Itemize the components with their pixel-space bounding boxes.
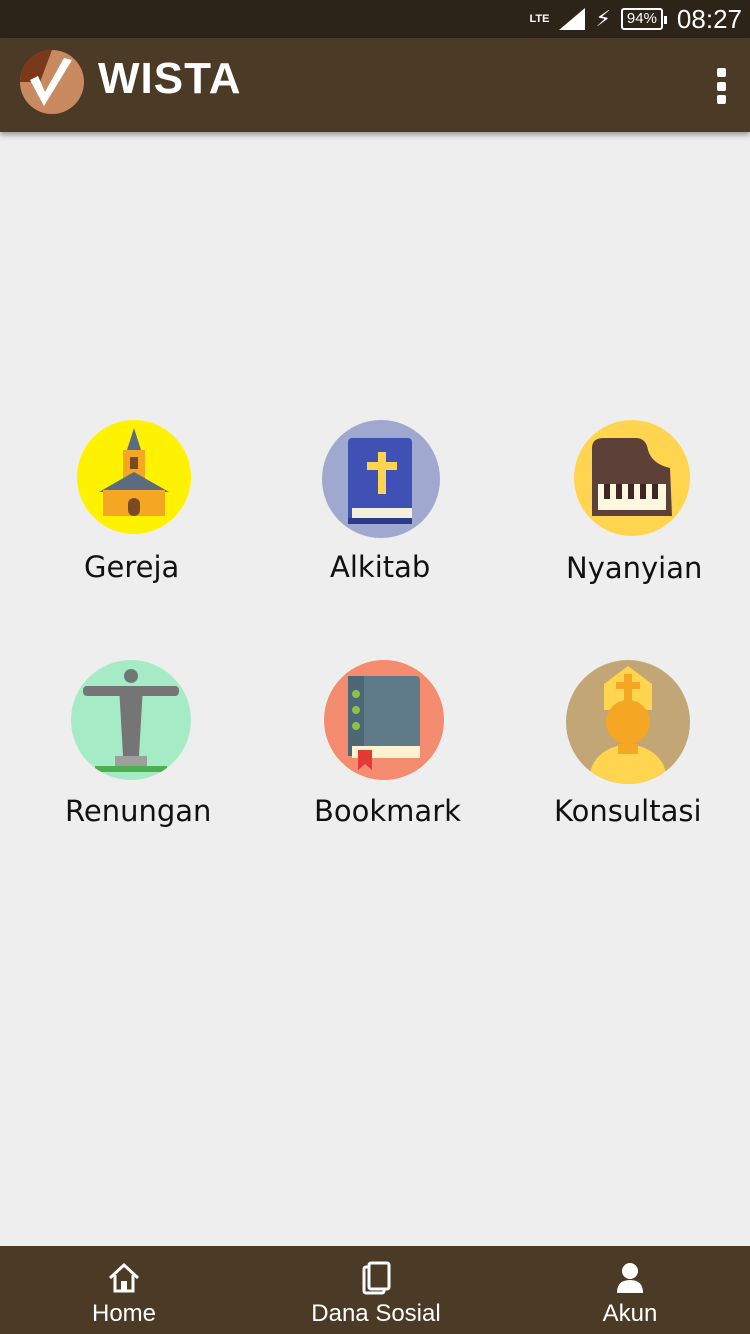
- book-bookmark-icon: [324, 660, 444, 780]
- christ-statue-icon: [71, 660, 191, 780]
- menu-item-nyanyian[interactable]: Nyanyian: [560, 420, 710, 590]
- nav-item-dana-sosial[interactable]: Dana Sosial: [300, 1246, 452, 1334]
- charging-icon: ⚡: [595, 6, 611, 31]
- piano-icon: [574, 420, 690, 536]
- clock: 08:27: [676, 3, 742, 34]
- battery-indicator: 94%: [620, 8, 667, 30]
- menu-item-label: Nyanyian: [566, 551, 703, 585]
- nav-label: Akun: [602, 1300, 658, 1327]
- app-title: WISTA: [98, 54, 242, 103]
- overflow-menu-icon[interactable]: [714, 68, 728, 104]
- bible-icon: [322, 420, 440, 538]
- person-icon: [617, 1263, 643, 1293]
- nav-label: Dana Sosial: [311, 1300, 441, 1327]
- nav-item-home[interactable]: Home: [64, 1246, 184, 1334]
- nav-label: Home: [91, 1300, 157, 1327]
- menu-item-label: Renungan: [65, 794, 212, 828]
- menu-item-bookmark[interactable]: Bookmark: [300, 660, 470, 830]
- bottom-nav: Home Dana Sosial Akun: [0, 1246, 750, 1334]
- home-icon: [108, 1262, 140, 1293]
- menu-item-label: Bookmark: [314, 794, 461, 828]
- menu-item-label: Konsultasi: [554, 794, 702, 828]
- app-bar: WISTA: [0, 38, 750, 132]
- wista-logo-icon: [20, 50, 84, 114]
- signal-icon: [559, 8, 586, 30]
- menu-item-label: Alkitab: [330, 550, 431, 584]
- nav-item-akun[interactable]: Akun: [570, 1246, 690, 1334]
- menu-item-renungan[interactable]: Renungan: [60, 660, 220, 830]
- church-icon: [77, 420, 191, 534]
- network-type: LTE: [529, 13, 550, 25]
- menu-item-gereja[interactable]: Gereja: [60, 420, 210, 590]
- menu-item-konsultasi[interactable]: Konsultasi: [550, 660, 720, 830]
- priest-icon: [566, 660, 690, 784]
- menu-item-alkitab[interactable]: Alkitab: [305, 420, 455, 590]
- pages-icon: [362, 1261, 391, 1295]
- menu-item-label: Gereja: [84, 550, 180, 584]
- status-bar: LTE ⚡ 94% 08:27: [0, 0, 750, 38]
